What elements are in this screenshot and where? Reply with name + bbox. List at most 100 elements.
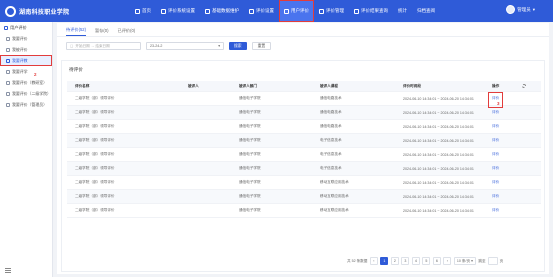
nav-item-label: 统计 [398, 8, 407, 13]
table-cell: 2024-06-10 14:34:01 ~ 2024-06-20 14:34:0… [403, 152, 474, 157]
column-header: 被评人 [188, 83, 199, 88]
page-button[interactable]: 4 [411, 257, 420, 265]
column-header: 被评人课程 [320, 83, 338, 88]
table-cell: 通信电子学院 [239, 180, 261, 184]
evaluate-link[interactable]: 评价 [492, 148, 499, 161]
table-cell: 二级学院（部）领导评价 [75, 124, 115, 128]
calendar-icon: ▢ [70, 44, 74, 48]
nav-item-label: 评价结果查询 [361, 8, 388, 13]
chevron-down-icon: ▾ [471, 259, 473, 263]
table-row: 二级学院（部）领导评价 通信电子学院 移动互联应用技术 2024-06-10 14:3… [67, 190, 541, 204]
evaluate-link[interactable]: 评价 [492, 190, 499, 203]
sidebar-item-0[interactable]: 我要评价 [0, 33, 52, 44]
table-cell: 二级学院（部）领导评价 [75, 152, 115, 156]
sidebar-item-label: 我要评价 [12, 35, 28, 41]
table-cell: 电子信息技术 [320, 152, 342, 156]
table-cell: 2024-06-10 14:34:01 ~ 2024-06-20 14:34:0… [403, 208, 474, 213]
evaluate-link[interactable]: 评价 [492, 176, 499, 189]
table-cell: 通信电路技术 [320, 110, 342, 114]
nav-item-label: 基础数据维护 [212, 8, 239, 13]
goto-suffix: 页 [499, 258, 504, 263]
sidebar-item-2[interactable]: 我要评教 [0, 55, 52, 66]
nav-item-0[interactable]: 首页 [130, 0, 156, 22]
table-cell: 电子信息技术 [320, 138, 342, 142]
next-page-button[interactable]: › [443, 257, 452, 265]
top-navigation-bar: 湖南科技职业学院 首页 评价系统设置 基础数据维护 评价设置 用户评价 评价管理 评价结果查… [0, 0, 553, 22]
sidebar-item-3[interactable]: 我要评学 [0, 66, 52, 77]
nav-item-label: 评价管理 [326, 8, 344, 13]
evaluation-table: 评价名称 被评人 被评人部门 被评人课程 评价时间段 操作 二级学院（部）领导评价 通信电子学… [67, 81, 541, 218]
page-button[interactable]: 2 [390, 257, 399, 265]
brand-name: 湖南科技职业学院 [19, 8, 70, 16]
nav-item-8[interactable]: 归档查阅 [412, 0, 440, 22]
sidebar-item-4[interactable]: 我要评价（教研室） [0, 77, 52, 88]
table-cell: 二级学院（部）领导评价 [75, 138, 115, 142]
search-result-icon [354, 8, 359, 14]
table-cell: 二级学院（部）领导评价 [75, 96, 115, 100]
evaluate-link[interactable]: 评价 [492, 134, 499, 147]
panel-title: 待评价 [69, 67, 83, 72]
table-cell: 电子信息技术 [320, 166, 342, 170]
table-cell: 二级学院（部）领导评价 [75, 166, 115, 170]
tab-1[interactable]: 暂存(0) [95, 25, 109, 36]
sidebar: 用户评价 我要评价我被评价我要评教我要评学 我要评价（教研室） 我要评价（二级学院）… [0, 22, 53, 277]
book-icon [6, 69, 10, 74]
page-button[interactable]: 6 [432, 257, 441, 265]
nav-item-2[interactable]: 基础数据维护 [200, 0, 244, 22]
nav-item-3[interactable]: 评价设置 [244, 0, 279, 22]
pagination: 共 52 条数据 ‹ 1 2 3 4 5 6 › 10 条/页 ▾ 跳至页 [347, 257, 503, 265]
filter-bar: ▢ 开始日期 → 结束日期 23-24-2 ▾ 搜索 重置 [66, 42, 272, 50]
column-header: 操作 [492, 83, 500, 88]
table-cell: 通信电子学院 [239, 166, 261, 170]
brand-logo[interactable]: 湖南科技职业学院 [0, 0, 70, 22]
goto-page-input[interactable] [487, 257, 498, 265]
table-cell: 通信电子学院 [239, 194, 261, 198]
nav-item-4[interactable]: 用户评价 [279, 0, 314, 22]
search-button[interactable]: 搜索 [229, 42, 247, 50]
collapse-menu-icon[interactable] [5, 268, 11, 273]
tab-2[interactable]: 已评价(0) [118, 25, 136, 36]
evaluate-link[interactable]: 评价 [492, 162, 499, 175]
column-header: 被评人部门 [239, 83, 257, 88]
prev-page-button[interactable]: ‹ [369, 257, 378, 265]
nav-item-label: 用户评价 [291, 8, 309, 13]
sidebar-item-1[interactable]: 我被评价 [0, 44, 52, 55]
table-cell: 通信电子学院 [239, 110, 261, 114]
nav-item-label: 评价系统设置 [168, 8, 195, 13]
table-row: 二级学院（部）领导评价 通信电子学院 电子信息技术 2024-06-10 14:34:… [67, 134, 541, 148]
sidebar-item-label: 我被评价 [12, 46, 28, 52]
sidebar-item-label: 我要评价（管理员） [12, 101, 48, 107]
term-select[interactable]: 23-24-2 ▾ [146, 42, 224, 50]
page-button[interactable]: 5 [422, 257, 431, 265]
evaluate-link[interactable]: 评价 [492, 204, 499, 217]
table-cell: 通信电子学院 [239, 138, 261, 142]
page-size-select[interactable]: 10 条/页 ▾ [453, 257, 476, 265]
nav-item-5[interactable]: 评价管理 [314, 0, 349, 22]
date-range-input[interactable]: ▢ 开始日期 → 结束日期 [66, 42, 141, 50]
table-cell: 通信电子学院 [239, 124, 261, 128]
avatar [506, 5, 516, 14]
sidebar-item-6[interactable]: 我要评价（管理员） [0, 99, 52, 110]
table-cell: 通信电路技术 [320, 124, 342, 128]
nav-item-1[interactable]: 评价系统设置 [156, 0, 200, 22]
chevron-down-icon: ▾ [532, 6, 535, 12]
status-tabs: 待评价(52) 暂存(0) 已评价(0) [66, 25, 135, 36]
column-settings[interactable] [522, 81, 526, 91]
page-button[interactable]: 1 [380, 257, 389, 265]
nav-item-6[interactable]: 评价结果查询 [349, 0, 393, 22]
table-cell: 二级学院（部）领导评价 [75, 208, 115, 212]
tab-0[interactable]: 待评价(52) [66, 25, 87, 36]
nav-item-7[interactable]: 统计 [393, 0, 412, 22]
table-cell: 二级学院（部）领导评价 [75, 110, 115, 114]
table-cell: 2024-06-10 14:34:01 ~ 2024-06-20 14:34:0… [403, 180, 474, 185]
evaluate-link[interactable]: 评价 [492, 120, 499, 133]
sidebar-item-label: 我要评教 [12, 57, 28, 63]
menu-group-icon [4, 25, 8, 30]
reset-button[interactable]: 重置 [251, 42, 272, 50]
nav-item-label: 首页 [142, 8, 151, 13]
sidebar-item-5[interactable]: 我要评价（二级学院） [0, 88, 52, 99]
sidebar-header[interactable]: 用户评价 [0, 22, 52, 33]
user-menu[interactable]: 管理员 ▾ [506, 5, 535, 14]
page-button[interactable]: 3 [401, 257, 410, 265]
table-row: 二级学院（部）领导评价 通信电子学院 移动互联应用技术 2024-06-10 14:3… [67, 176, 541, 190]
